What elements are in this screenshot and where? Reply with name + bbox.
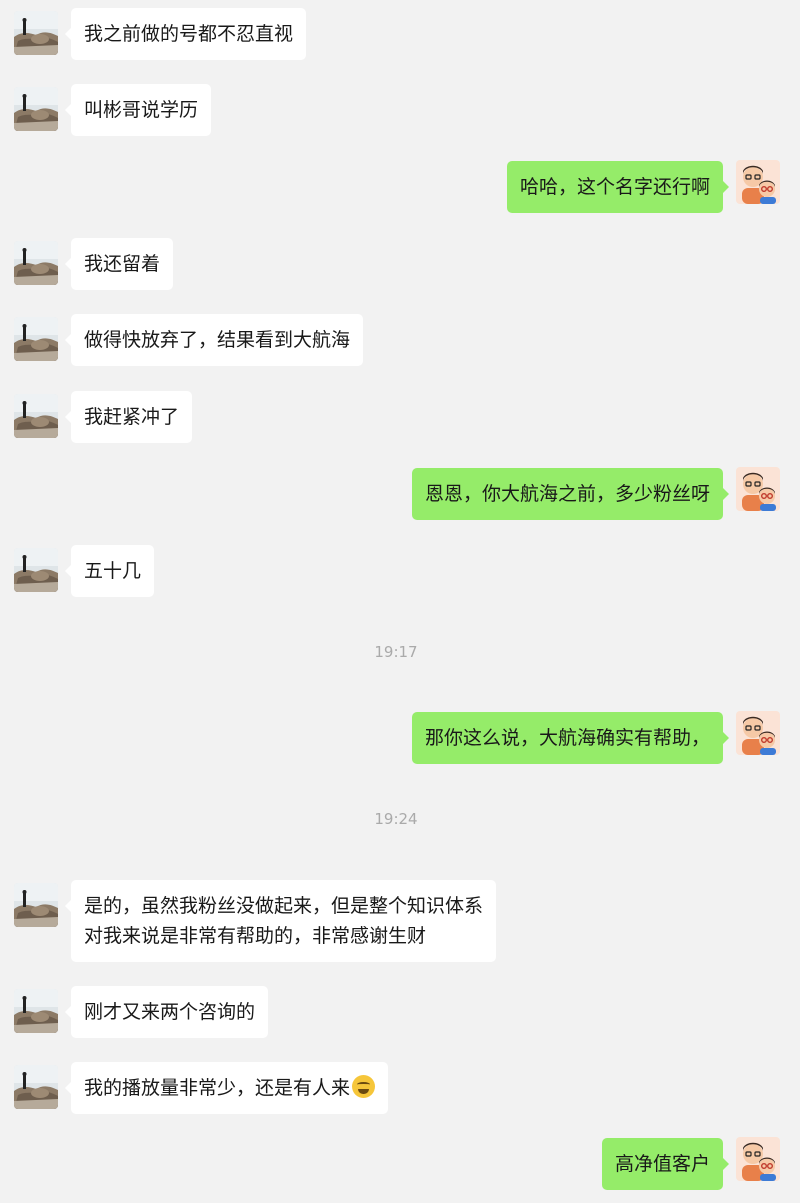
contact-avatar[interactable] bbox=[14, 548, 58, 592]
incoming-message-bubble[interactable]: 我赶紧冲了 bbox=[64, 391, 193, 443]
cartoon-couple-avatar bbox=[736, 160, 780, 204]
incoming-message-bubble[interactable]: 刚才又来两个咨询的 bbox=[64, 986, 269, 1038]
incoming-message-bubble[interactable]: 我之前做的号都不忍直视 bbox=[64, 8, 307, 60]
contact-avatar[interactable] bbox=[14, 394, 58, 438]
outgoing-message-bubble[interactable]: 高净值客户 bbox=[601, 1138, 730, 1190]
timestamp: 19:17 bbox=[374, 643, 418, 661]
incoming-message-bubble[interactable]: 五十几 bbox=[64, 545, 155, 597]
message-text: 哈哈，这个名字还行啊 bbox=[519, 176, 710, 198]
outgoing-message-bubble[interactable]: 哈哈，这个名字还行啊 bbox=[506, 161, 730, 213]
contact-avatar[interactable] bbox=[14, 883, 58, 927]
seaside-rock-photo-avatar bbox=[14, 1065, 58, 1109]
message-text: 我之前做的号都不忍直视 bbox=[84, 23, 294, 45]
seaside-rock-photo-avatar bbox=[14, 394, 58, 438]
contact-avatar[interactable] bbox=[14, 87, 58, 131]
seaside-rock-photo-avatar bbox=[14, 317, 58, 361]
outgoing-message-bubble[interactable]: 恩恩，你大航海之前，多少粉丝呀 bbox=[411, 468, 730, 520]
seaside-rock-photo-avatar bbox=[14, 241, 58, 285]
seaside-rock-photo-avatar bbox=[14, 87, 58, 131]
message-text: 叫彬哥说学历 bbox=[84, 99, 199, 121]
seaside-rock-photo-avatar bbox=[14, 11, 58, 55]
incoming-message-bubble[interactable]: 叫彬哥说学历 bbox=[64, 84, 212, 136]
incoming-message-bubble[interactable]: 是的，虽然我粉丝没做起来，但是整个知识体系 对我来说是非常有帮助的，非常感谢生财 bbox=[64, 880, 497, 962]
message-text: 那你这么说，大航海确实有帮助， bbox=[424, 727, 710, 749]
message-text: 我的播放量非常少，还是有人来 bbox=[84, 1073, 376, 1103]
cartoon-couple-avatar bbox=[736, 1137, 780, 1181]
message-text: 恩恩，你大航海之前，多少粉丝呀 bbox=[424, 483, 710, 505]
my-avatar[interactable] bbox=[736, 160, 780, 204]
my-avatar[interactable] bbox=[736, 711, 780, 755]
message-text: 五十几 bbox=[84, 560, 142, 582]
contact-avatar[interactable] bbox=[14, 241, 58, 285]
message-text: 刚才又来两个咨询的 bbox=[84, 1001, 256, 1023]
incoming-message-bubble[interactable]: 我的播放量非常少，还是有人来 bbox=[64, 1062, 389, 1114]
outgoing-message-bubble[interactable]: 那你这么说，大航海确实有帮助， bbox=[411, 712, 730, 764]
cartoon-couple-avatar bbox=[736, 467, 780, 511]
contact-avatar[interactable] bbox=[14, 317, 58, 361]
timestamp: 19:24 bbox=[374, 810, 418, 828]
seaside-rock-photo-avatar bbox=[14, 989, 58, 1033]
message-text: 是的，虽然我粉丝没做起来，但是整个知识体系 bbox=[84, 895, 484, 917]
message-text: 高净值客户 bbox=[614, 1153, 710, 1175]
seaside-rock-photo-avatar bbox=[14, 548, 58, 592]
message-text: 我赶紧冲了 bbox=[84, 406, 180, 428]
contact-avatar[interactable] bbox=[14, 1065, 58, 1109]
incoming-message-bubble[interactable]: 做得快放弃了，结果看到大航海 bbox=[64, 314, 364, 366]
seaside-rock-photo-avatar bbox=[14, 883, 58, 927]
contact-avatar[interactable] bbox=[14, 11, 58, 55]
message-text: 我还留着 bbox=[84, 253, 161, 275]
message-text: 对我来说是非常有帮助的，非常感谢生财 bbox=[84, 925, 427, 947]
my-avatar[interactable] bbox=[736, 1137, 780, 1181]
cartoon-couple-avatar bbox=[736, 711, 780, 755]
message-text: 做得快放弃了，结果看到大航海 bbox=[84, 329, 351, 351]
incoming-message-bubble[interactable]: 我还留着 bbox=[64, 238, 174, 290]
contact-avatar[interactable] bbox=[14, 989, 58, 1033]
crying-laughing-emoji bbox=[352, 1075, 376, 1098]
my-avatar[interactable] bbox=[736, 467, 780, 511]
